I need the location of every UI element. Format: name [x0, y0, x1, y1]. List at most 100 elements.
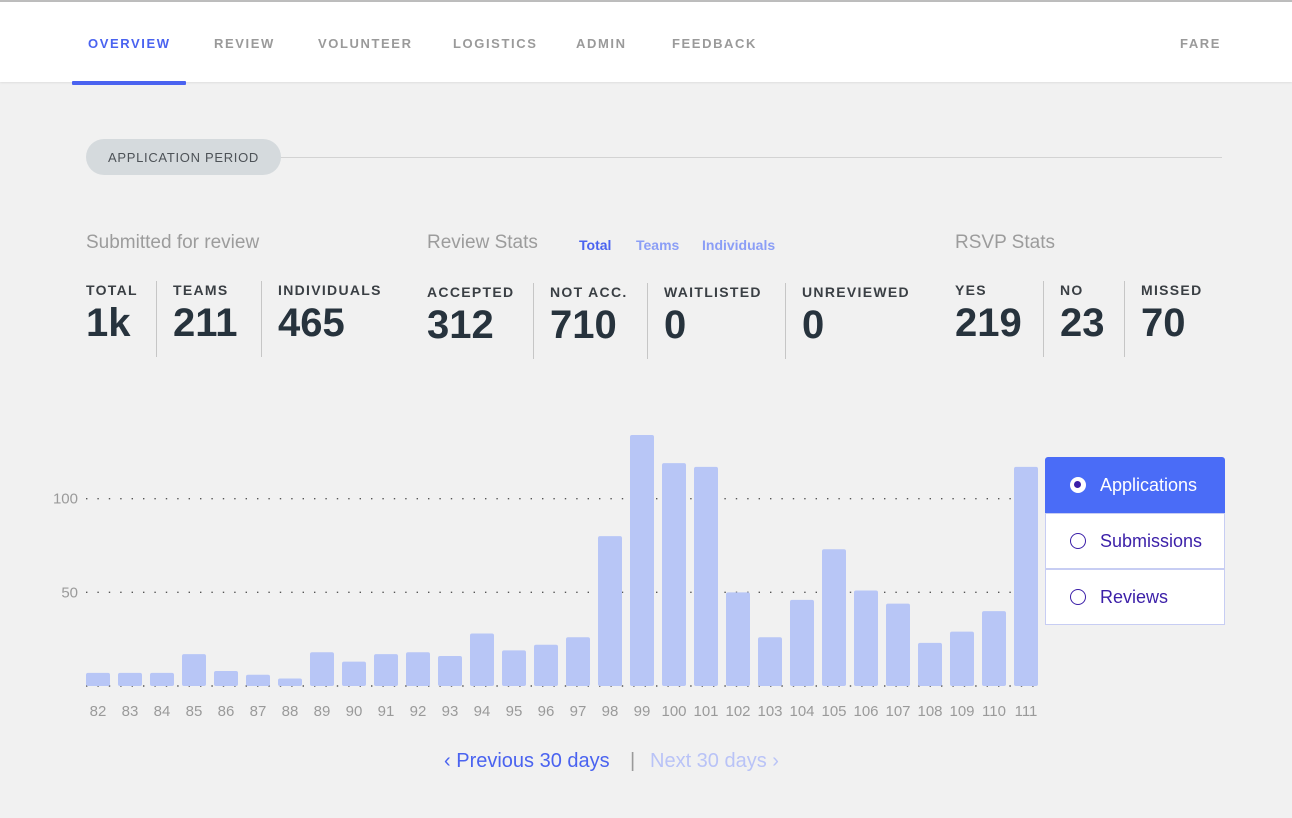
- x-tick-label: 102: [725, 703, 750, 720]
- x-tick-label: 83: [122, 703, 139, 720]
- x-tick-label: 88: [282, 703, 299, 720]
- x-tick-label: 86: [218, 703, 235, 720]
- chart-bar: [982, 611, 1006, 686]
- stat-label: TOTAL: [86, 282, 138, 298]
- stat-divider: [647, 283, 648, 359]
- stat-label: NO: [1060, 282, 1084, 298]
- x-tick-label: 111: [1015, 703, 1038, 720]
- stat-divider: [785, 283, 786, 359]
- x-tick-label: 106: [853, 703, 878, 720]
- stat-label: MISSED: [1141, 282, 1203, 298]
- stat-divider: [1124, 281, 1125, 357]
- rsvp-title: RSVP Stats: [955, 232, 1055, 253]
- stat-value: 70: [1141, 301, 1186, 345]
- mode-label: Submissions: [1100, 530, 1203, 551]
- next-30-days-link[interactable]: Next 30 days ›: [650, 750, 779, 773]
- chart-bar: [790, 599, 814, 686]
- x-tick-label: 99: [634, 703, 651, 720]
- x-tick-label: 107: [885, 703, 910, 720]
- chart-bar: [502, 650, 526, 686]
- x-tick-label: 110: [982, 703, 1006, 720]
- x-tick-label: 91: [378, 703, 395, 720]
- chevron-left-icon: ‹: [444, 750, 451, 772]
- nav-logistics[interactable]: LOGISTICS: [453, 36, 537, 51]
- mode-applications[interactable]: Applications: [1045, 457, 1225, 513]
- review-toggle-individuals[interactable]: Individuals: [702, 237, 775, 253]
- nav-feedback[interactable]: FEEDBACK: [672, 36, 757, 51]
- stat-accepted: ACCEPTED 312: [427, 284, 514, 349]
- chart-bar: [758, 637, 782, 686]
- stat-value: 0: [664, 303, 687, 347]
- mode-submissions[interactable]: Submissions: [1045, 513, 1225, 569]
- chart-bar: [918, 642, 942, 686]
- chart-bar: [182, 654, 206, 686]
- x-tick-label: 92: [410, 703, 427, 720]
- stat-label: ACCEPTED: [427, 284, 515, 300]
- previous-label: Previous 30 days: [456, 750, 610, 772]
- nav-overview[interactable]: OVERVIEW: [88, 36, 171, 51]
- stat-value: 312: [427, 303, 494, 347]
- pager-separator: |: [630, 750, 636, 772]
- chart-bar: [950, 631, 974, 686]
- stat-value: 0: [802, 303, 825, 347]
- chart-bar: [438, 656, 462, 686]
- stat-value: 1k: [86, 301, 131, 345]
- stat-divider: [1043, 281, 1044, 357]
- x-tick-label: 93: [442, 703, 459, 720]
- x-tick-label: 98: [602, 703, 619, 720]
- chart-bar: [278, 678, 302, 686]
- chart-bar: [214, 671, 238, 686]
- stat-yes: YES 219: [955, 282, 1022, 347]
- review-title: Review Stats: [427, 232, 538, 253]
- stat-not-accepted: NOT ACC. 710: [550, 284, 628, 349]
- stat-unreviewed: UNREVIEWED 0: [802, 284, 910, 349]
- x-tick-label: 87: [250, 703, 267, 720]
- stat-value: 710: [550, 303, 617, 347]
- mode-label: Reviews: [1100, 586, 1169, 607]
- nav-volunteer[interactable]: VOLUNTEER: [318, 36, 413, 51]
- review-toggle-total[interactable]: Total: [579, 237, 611, 253]
- radio-selected-icon: [1070, 477, 1086, 493]
- chart-bar: [534, 644, 558, 686]
- period-badge: APPLICATION PERIOD: [86, 139, 281, 175]
- stat-no: NO 23: [1060, 282, 1105, 347]
- x-tick-label: 103: [757, 703, 782, 720]
- chart-bar: [662, 463, 686, 686]
- chart-bar: [1014, 466, 1038, 686]
- stat-total: TOTAL 1k: [86, 282, 138, 347]
- x-tick-label: 105: [821, 703, 846, 720]
- stat-value: 219: [955, 301, 1022, 345]
- mode-reviews[interactable]: Reviews: [1045, 569, 1225, 625]
- applications-bar-chart: 50 100 82 83 84 85 86 87 88 89 90 91 92 93 94 95 96 97 98 9…: [53, 435, 1040, 720]
- chart-bar: [598, 536, 622, 686]
- stat-label: INDIVIDUALS: [278, 282, 382, 298]
- x-tick-label: 97: [570, 703, 587, 720]
- chart-bar: [406, 652, 430, 686]
- stat-value: 465: [278, 301, 345, 345]
- nav-active-indicator: [72, 81, 186, 85]
- y-tick-label: 100: [53, 491, 78, 508]
- x-tick-label: 100: [661, 703, 686, 720]
- previous-30-days-link[interactable]: ‹ Previous 30 days: [444, 750, 610, 773]
- chart-bar: [886, 603, 910, 686]
- stat-individuals: INDIVIDUALS 465: [278, 282, 382, 347]
- stat-divider: [156, 281, 157, 357]
- chart-bar: [246, 674, 270, 686]
- stat-value: 211: [173, 301, 238, 345]
- review-toggle-teams[interactable]: Teams: [636, 237, 679, 253]
- nav-fare[interactable]: FARE: [1180, 36, 1221, 51]
- next-label: Next 30 days: [650, 750, 767, 772]
- radio-icon: [1070, 589, 1086, 605]
- stat-value: 23: [1060, 301, 1105, 345]
- x-tick-label: 104: [789, 703, 814, 720]
- chart-bar: [118, 672, 142, 686]
- stat-label: TEAMS: [173, 282, 229, 298]
- stat-label: WAITLISTED: [664, 284, 762, 300]
- nav-review[interactable]: REVIEW: [214, 36, 275, 51]
- chart-bar: [310, 652, 334, 686]
- y-tick-label: 50: [61, 584, 78, 601]
- stat-label: YES: [955, 282, 987, 298]
- chart-bar: [342, 661, 366, 686]
- nav-admin[interactable]: ADMIN: [576, 36, 627, 51]
- x-tick-label: 85: [186, 703, 203, 720]
